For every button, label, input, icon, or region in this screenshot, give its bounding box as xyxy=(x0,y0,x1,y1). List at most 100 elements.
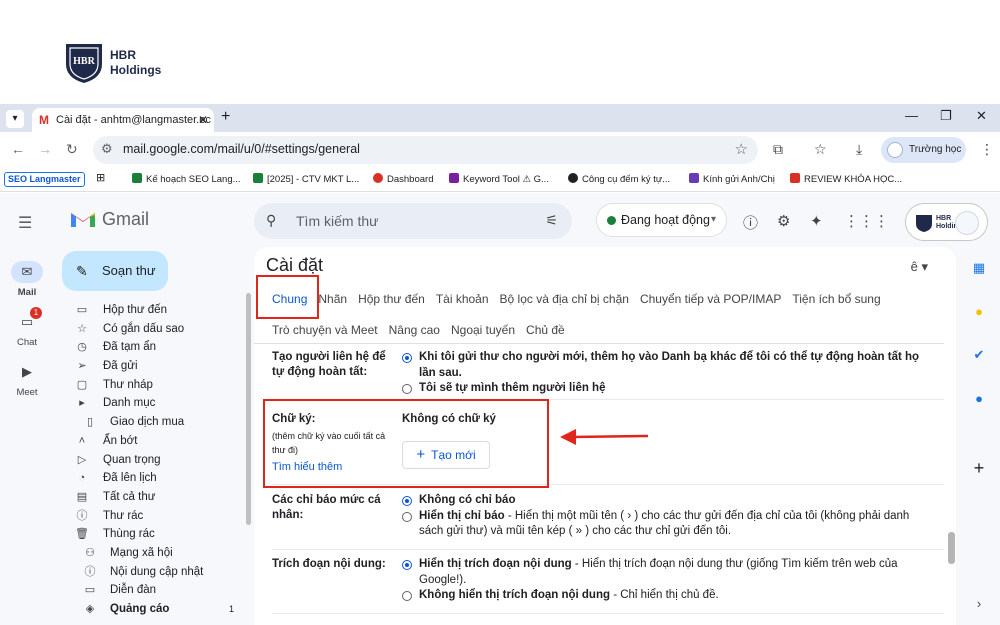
tab-filters[interactable]: Bộ lọc và địa chỉ bị chặn xyxy=(500,292,629,306)
annotation-arrow-icon xyxy=(560,429,649,445)
tasks-icon[interactable]: ✔ xyxy=(970,346,988,364)
address-bar[interactable]: ⚙ mail.google.com/mail/u/0/#settings/gen… xyxy=(93,136,758,164)
snippets-option-hide[interactable]: Không hiển thị trích đoạn nội dung - Chỉ… xyxy=(402,588,922,604)
nav-item[interactable]: ˄ Ẩn bớt xyxy=(70,432,240,451)
tab-addons[interactable]: Tiện ích bổ sung xyxy=(792,292,880,306)
contacts-option-manual[interactable]: Tôi sẽ tự mình thêm người liên hệ xyxy=(402,381,922,397)
rail-chat[interactable]: ▭ 1 Chat xyxy=(0,307,54,348)
extensions-icon[interactable]: ⧉ xyxy=(773,141,783,158)
radio-icon[interactable] xyxy=(402,591,412,601)
back-icon[interactable]: ← xyxy=(11,141,25,157)
settings-tabs-row2: Trò chuyện và Meet Nâng cao Ngoại tuyến Chủ… xyxy=(272,323,576,337)
forward-icon[interactable]: → xyxy=(38,141,52,157)
nav-item-label: Thư nháp xyxy=(103,378,153,391)
contacts-option-auto[interactable]: Khi tôi gửi thư cho người mới, thêm họ v… xyxy=(402,350,922,381)
new-tab-icon[interactable]: + xyxy=(221,108,230,126)
compose-button[interactable]: ✎ Soạn thư xyxy=(62,251,168,291)
profile-button[interactable]: Trường học xyxy=(881,137,966,163)
tab-offline[interactable]: Ngoại tuyến xyxy=(451,323,515,337)
tab-inbox[interactable]: Hộp thư đến xyxy=(358,292,425,306)
clock-icon: ◷ xyxy=(77,341,87,354)
expand-panel-icon[interactable]: › xyxy=(970,595,988,613)
search-bar[interactable]: ⚲ Tìm kiếm thư ⚟ xyxy=(254,203,572,239)
search-input[interactable]: Tìm kiếm thư xyxy=(296,213,379,229)
gemini-icon[interactable]: ✦ xyxy=(810,212,823,230)
radio-selected-icon[interactable] xyxy=(402,496,412,506)
input-tools-icon[interactable]: ê ▾ xyxy=(911,259,928,275)
calendar-icon[interactable]: ▦ xyxy=(970,259,988,277)
settings-scrollbar[interactable] xyxy=(948,532,955,564)
snippets-option-show[interactable]: Hiển thị trích đoạn nội dung - Hiển thị … xyxy=(402,557,922,588)
nav-item[interactable]: ⚇ Mạng xã hội xyxy=(70,544,240,563)
nav-item[interactable]: ⓘ Thư rác xyxy=(70,507,240,526)
help-icon[interactable]: ⓘ xyxy=(743,212,758,233)
nav-item[interactable]: ◔ Đã lên lịch xyxy=(70,469,240,488)
rail-mail[interactable]: ✉ Mail xyxy=(0,261,54,298)
nav-item[interactable]: ◷ Đã tạm ẩn xyxy=(70,338,240,357)
nav-item[interactable]: ⓘ Nội dung cập nhật xyxy=(70,563,240,582)
tab-advanced[interactable]: Nâng cao xyxy=(389,323,440,337)
rail-meet[interactable]: ▶ Meet xyxy=(0,361,54,398)
radio-icon[interactable] xyxy=(402,384,412,394)
tab-forwarding[interactable]: Chuyển tiếp và POP/IMAP xyxy=(640,292,781,306)
nav-item[interactable]: ▭ Hộp thư đến xyxy=(70,301,240,320)
bookmark-item[interactable]: Kế hoạch SEO Lang... xyxy=(132,173,241,185)
bookmark-item[interactable]: Dashboard xyxy=(373,173,433,185)
gmail-favicon-icon: M xyxy=(39,113,49,127)
tab-search-icon[interactable]: ▾ xyxy=(6,110,24,128)
settings-gear-icon[interactable]: ⚙ xyxy=(777,212,790,230)
tab-labels[interactable]: Nhãn xyxy=(318,292,347,306)
tab-themes[interactable]: Chủ đề xyxy=(526,323,565,337)
nav-item[interactable]: ▸ Danh mục xyxy=(70,394,240,413)
gmail-m-icon xyxy=(71,213,95,227)
browser-tab[interactable]: M Cài đặt - anhtm@langmaster.ec ✕ xyxy=(32,108,214,132)
apps-grid-icon[interactable]: ⋮⋮⋮ xyxy=(844,212,889,230)
reload-icon[interactable]: ↻ xyxy=(66,141,78,158)
nav-item[interactable]: ➢ Đã gửi xyxy=(70,357,240,376)
filter-options-icon[interactable]: ⚟ xyxy=(545,212,558,229)
bookmark-seo-langmaster[interactable]: SEO Langmaster xyxy=(4,172,85,187)
radio-selected-icon[interactable] xyxy=(402,560,412,570)
indicators-option-none[interactable]: Không có chỉ báo xyxy=(402,493,922,509)
add-addon-icon[interactable]: + xyxy=(970,459,988,477)
search-icon[interactable]: ⚲ xyxy=(266,212,276,229)
tab-chat-meet[interactable]: Trò chuyện và Meet xyxy=(272,323,378,337)
more-menu-icon[interactable]: ⋮ xyxy=(980,141,994,158)
bookmark-item[interactable]: Công cụ đếm ký tự... xyxy=(568,173,670,185)
nav-item[interactable]: 🗑 Thùng rác xyxy=(70,525,240,544)
bookmark-item[interactable]: Kính gửi Anh/Chị xyxy=(689,173,775,185)
nav-item[interactable]: ◈ Quảng cáo 1 xyxy=(70,600,240,619)
main-menu-icon[interactable]: ☰ xyxy=(18,213,32,233)
apps-grid-icon[interactable]: ⊞ xyxy=(96,171,105,184)
nav-item-label: Diễn đàn xyxy=(110,584,157,597)
setting-label: Tạo người liên hệ để tự động hoàn tất: xyxy=(272,351,386,378)
tab-accounts[interactable]: Tài khoản xyxy=(436,292,489,306)
bookmark-star-icon[interactable]: ☆ xyxy=(735,140,748,158)
bookmark-item[interactable]: Keyword Tool ⚠ G... xyxy=(449,173,549,185)
radio-icon[interactable] xyxy=(402,511,412,522)
download-icon[interactable]: ⤓ xyxy=(856,141,862,158)
nav-item[interactable]: ▯ Giao dịch mua xyxy=(70,413,240,432)
nav-item[interactable]: ▷ Quan trọng xyxy=(70,451,240,470)
bookmark-item[interactable]: REVIEW KHÓA HỌC... xyxy=(790,173,902,185)
radio-selected-icon[interactable] xyxy=(402,353,412,363)
minimize-icon[interactable]: — xyxy=(905,108,918,123)
restore-icon[interactable]: ❐ xyxy=(940,108,952,124)
star-icon: ☆ xyxy=(77,322,87,335)
bookmarks-icon[interactable]: ☆ xyxy=(814,141,827,158)
close-window-icon[interactable]: ✕ xyxy=(976,108,987,124)
bookmark-item[interactable]: [2025] - CTV MKT L... xyxy=(253,173,359,185)
site-info-icon[interactable]: ⚙ xyxy=(101,141,113,157)
nav-scrollbar[interactable] xyxy=(246,293,251,525)
nav-item[interactable]: ▢ Thư nháp xyxy=(70,376,240,395)
indicators-option-show[interactable]: Hiển thị chỉ báo - Hiển thị một mũi tên … xyxy=(402,509,922,540)
status-selector[interactable]: Đang hoạt động ▾ xyxy=(596,203,727,237)
nav-item[interactable]: ☆ Có gắn dấu sao xyxy=(70,320,240,339)
close-tab-icon[interactable]: ✕ xyxy=(198,108,208,132)
setting-label: Các chỉ báo mức cá nhân: xyxy=(272,494,381,521)
nav-item[interactable]: ▭ Diễn đàn xyxy=(70,581,240,600)
nav-item[interactable]: ▤ Tất cả thư xyxy=(70,488,240,507)
keep-icon[interactable]: ● xyxy=(970,303,988,321)
contacts-icon[interactable]: ● xyxy=(970,390,988,408)
gmail-logo[interactable]: Gmail xyxy=(70,209,149,233)
